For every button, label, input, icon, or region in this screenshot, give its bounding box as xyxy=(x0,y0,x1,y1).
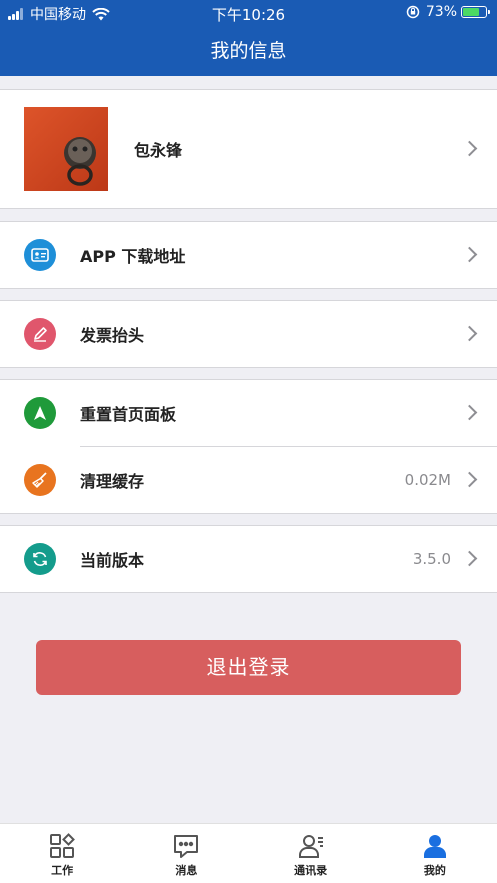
navigation-arrow-icon xyxy=(24,397,56,429)
page-title: 我的信息 xyxy=(210,40,287,62)
clear-cache-row[interactable]: 清理缓存 0.02M xyxy=(0,447,497,513)
profile-section: 包永锋 xyxy=(0,89,497,209)
tab-label: 工作 xyxy=(51,864,74,877)
chevron-right-icon xyxy=(461,471,478,488)
version-label: 当前版本 xyxy=(80,551,145,570)
contacts-icon xyxy=(298,835,323,858)
tab-label: 通讯录 xyxy=(294,864,328,877)
battery-percent: 73% xyxy=(425,4,457,20)
download-label: APP 下载地址 xyxy=(80,247,186,266)
chevron-right-icon xyxy=(461,246,478,263)
rotation-lock-icon xyxy=(406,5,420,19)
invoice-label: 发票抬头 xyxy=(80,326,145,345)
nav-bar: 我的信息 xyxy=(0,26,497,76)
version-number: 3.5.0 xyxy=(412,550,451,568)
chevron-right-icon xyxy=(461,140,478,157)
download-section: APP 下载地址 xyxy=(0,221,497,289)
tab-contacts[interactable]: 通讯录 xyxy=(249,824,373,883)
pencil-icon xyxy=(24,318,56,350)
chevron-right-icon xyxy=(461,404,478,421)
broom-icon xyxy=(24,464,56,496)
profile-row[interactable]: 包永锋 xyxy=(0,90,497,208)
logout-button[interactable]: 退出登录 xyxy=(36,640,461,695)
grid-apps-icon xyxy=(50,833,76,858)
reset-panel-row[interactable]: 重置首页面板 xyxy=(0,380,497,446)
tab-label: 我的 xyxy=(423,864,446,877)
avatar xyxy=(24,107,108,191)
status-bar: 中国移动 下午10:26 73% xyxy=(0,0,497,26)
version-section: 当前版本 3.5.0 xyxy=(0,525,497,593)
version-row[interactable]: 当前版本 3.5.0 xyxy=(0,526,497,592)
battery-icon xyxy=(461,6,490,18)
invoice-section: 发票抬头 xyxy=(0,300,497,368)
clear-cache-label: 清理缓存 xyxy=(80,472,145,491)
tab-messages[interactable]: 消息 xyxy=(124,824,248,883)
chevron-right-icon xyxy=(461,550,478,567)
chevron-right-icon xyxy=(461,325,478,342)
settings-section: 重置首页面板 清理缓存 0.02M xyxy=(0,379,497,514)
tab-mine[interactable]: 我的 xyxy=(373,824,497,883)
status-right: 73% xyxy=(406,4,490,20)
id-card-icon xyxy=(24,239,56,271)
profile-name: 包永锋 xyxy=(134,141,183,160)
person-icon xyxy=(423,835,446,858)
chat-bubble-icon xyxy=(174,835,199,858)
cache-size: 0.02M xyxy=(404,471,451,489)
refresh-icon xyxy=(24,543,56,575)
invoice-row[interactable]: 发票抬头 xyxy=(0,301,497,367)
tab-work[interactable]: 工作 xyxy=(0,824,124,883)
door-knocker-image xyxy=(24,107,108,191)
tab-bar: 工作 消息 通讯录 我的 xyxy=(0,823,497,883)
download-row[interactable]: APP 下载地址 xyxy=(0,222,497,288)
tab-label: 消息 xyxy=(175,864,198,877)
reset-panel-label: 重置首页面板 xyxy=(80,405,177,424)
